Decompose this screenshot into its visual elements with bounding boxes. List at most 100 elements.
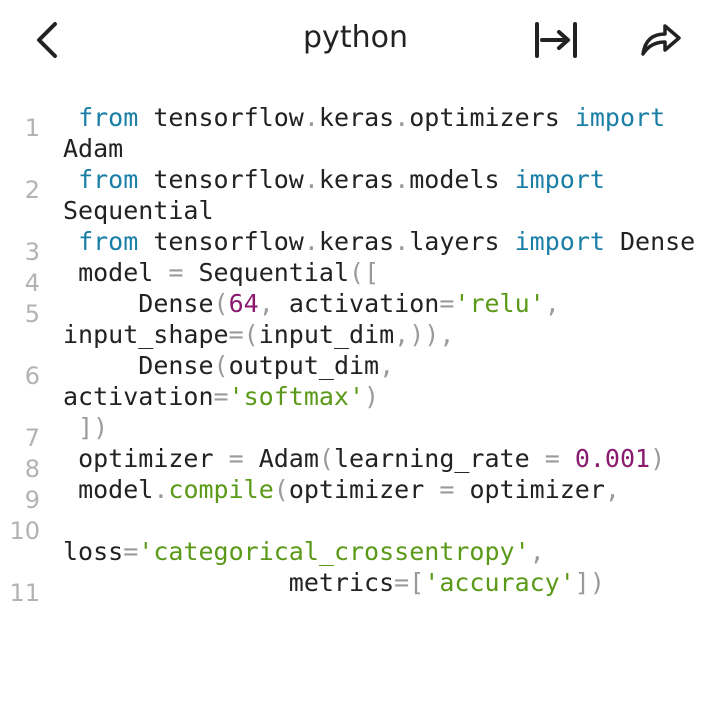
code-token: 'softmax': [228, 382, 365, 411]
code-token: (: [273, 475, 289, 504]
code-token: =: [123, 537, 139, 566]
code-text: model.compile(optimizer = optimizer,: [0, 474, 711, 505]
code-token: ,)): [394, 320, 440, 349]
code-token: .: [303, 103, 319, 132]
code-token: .: [303, 227, 319, 256]
code-token: import: [514, 227, 605, 256]
code-token: =: [228, 320, 244, 349]
code-text: loss='categorical_crossentropy',: [0, 505, 711, 567]
code-token: (: [243, 320, 259, 349]
code-token: layers: [409, 227, 515, 256]
code-token: models: [409, 165, 515, 194]
code-line: 6 Dense(output_dim, activation='softmax'…: [0, 350, 711, 412]
code-token: [: [409, 568, 425, 597]
code-token: from: [78, 227, 139, 256]
code-token: optimizers: [409, 103, 575, 132]
code-token: optimizer: [63, 444, 229, 473]
code-token: keras: [318, 165, 395, 194]
code-token: .: [303, 165, 319, 194]
code-token: keras: [318, 227, 395, 256]
code-token: Dense: [63, 289, 214, 318]
code-token: ]): [574, 568, 605, 597]
code-token: model: [63, 258, 169, 287]
code-token: =: [544, 444, 560, 473]
code-token: model: [63, 475, 154, 504]
code-token: activation: [273, 289, 440, 318]
code-token: ([: [349, 258, 380, 287]
code-text: Dense(64, activation='relu', input_shape…: [0, 288, 711, 350]
code-token: =: [213, 382, 229, 411]
code-line: 10 loss='categorical_crossentropy',: [0, 505, 711, 567]
code-token: ,: [258, 289, 274, 318]
code-text: ]): [0, 412, 711, 443]
code-line: 1 from tensorflow.keras.optimizers impor…: [0, 102, 711, 164]
code-text: optimizer = Adam(learning_rate = 0.001): [0, 443, 711, 474]
line-number: 5: [24, 300, 40, 328]
code-token: optimizer: [288, 475, 440, 504]
line-number: 11: [9, 579, 40, 607]
code-token: import: [574, 103, 666, 132]
wrap-text-icon: [535, 22, 577, 58]
code-token: from: [78, 165, 139, 194]
code-token: .: [394, 103, 410, 132]
code-token: .: [394, 227, 410, 256]
code-token: ): [364, 382, 380, 411]
line-number: 10: [9, 517, 40, 545]
code-line: 7 ]): [0, 412, 711, 452]
code-token: ,: [379, 351, 395, 380]
code-token: Dense: [604, 227, 696, 256]
code-line: 4 model = Sequential([: [0, 257, 711, 297]
code-token: ,: [529, 537, 545, 566]
code-token: (: [318, 444, 334, 473]
code-token: learning_rate: [333, 444, 545, 473]
code-line: 5 Dense(64, activation='relu', input_sha…: [0, 288, 711, 350]
code-token: input_dim: [258, 320, 395, 349]
code-line: 9 model.compile(optimizer = optimizer,: [0, 474, 711, 514]
code-line: 8 optimizer = Adam(learning_rate = 0.001…: [0, 443, 711, 483]
code-token: ,: [544, 289, 560, 318]
code-text: from tensorflow.keras.optimizers import …: [0, 102, 711, 164]
code-token: Dense: [63, 351, 214, 380]
code-text: metrics=['accuracy']): [0, 567, 711, 598]
code-token: Adam: [243, 444, 319, 473]
code-token: =: [228, 444, 244, 473]
code-text: Dense(output_dim, activation='softmax'): [0, 350, 711, 412]
code-text: model = Sequential([: [0, 257, 711, 288]
code-token: ): [650, 444, 666, 473]
code-token: =: [394, 568, 410, 597]
code-token: ]): [63, 413, 109, 442]
share-button[interactable]: [634, 14, 686, 66]
wrap-text-button[interactable]: [530, 14, 582, 66]
code-text: from tensorflow.keras.layers import Dens…: [0, 226, 711, 257]
code-token: tensorflow: [138, 227, 304, 256]
code-token: from: [78, 103, 139, 132]
code-token: (: [213, 289, 229, 318]
code-token: =: [168, 258, 184, 287]
line-number: 6: [24, 362, 40, 390]
code-token: metrics: [63, 568, 395, 597]
code-token: 0.001: [574, 444, 651, 473]
code-token: output_dim: [228, 351, 380, 380]
code-token: 'relu': [454, 289, 545, 318]
code-token: =: [439, 475, 455, 504]
code-token: keras: [318, 103, 395, 132]
code-line: 11 metrics=['accuracy']): [0, 567, 711, 607]
code-token: =: [439, 289, 455, 318]
code-text: from tensorflow.keras.models import Sequ…: [0, 164, 711, 226]
line-number: 1: [24, 114, 40, 142]
code-token: import: [514, 165, 605, 194]
line-number: 2: [24, 176, 40, 204]
page-title: python: [303, 20, 408, 55]
code-token: ,: [439, 320, 455, 349]
code-token: tensorflow: [138, 103, 304, 132]
code-token: Sequential: [183, 258, 350, 287]
code-block: 1 from tensorflow.keras.optimizers impor…: [0, 102, 711, 607]
code-token: compile: [168, 475, 274, 504]
code-token: ,: [604, 475, 620, 504]
code-token: 'categorical_crossentropy': [138, 537, 530, 566]
code-token: (: [213, 351, 229, 380]
code-token: .: [394, 165, 410, 194]
